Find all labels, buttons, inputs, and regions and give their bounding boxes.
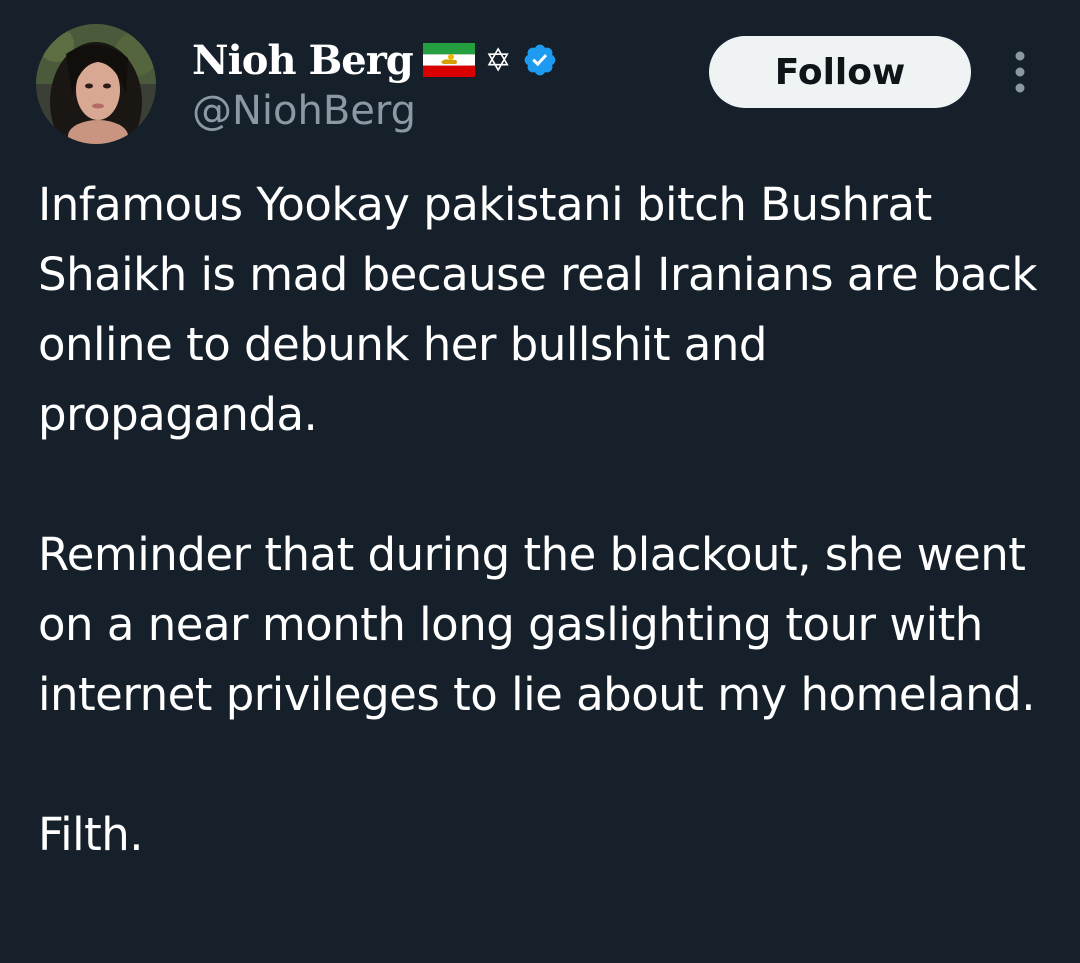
star-of-david-icon: ✡	[484, 41, 512, 79]
follow-button[interactable]: Follow	[709, 36, 971, 108]
verified-badge-icon[interactable]	[522, 42, 558, 78]
author-name-row: Nioh Berg ✡	[192, 34, 558, 86]
more-vertical-icon[interactable]	[1008, 50, 1032, 94]
tweet-paragraph: Filth.	[38, 808, 144, 861]
avatar[interactable]	[36, 24, 156, 144]
tweet-text: Infamous Yookay pakistani bitch Bushrat …	[38, 170, 1058, 870]
tweet-card: Nioh Berg ✡ @NiohBerg Follow Infamous Yo…	[0, 0, 1080, 963]
author-display-name[interactable]: Nioh Berg	[192, 37, 414, 84]
tweet-paragraph: Reminder that during the blackout, she w…	[38, 528, 1036, 721]
tweet-paragraph: Infamous Yookay pakistani bitch Bushrat …	[38, 178, 1037, 441]
avatar-image	[36, 24, 156, 144]
iran-lion-and-sun-flag-icon	[422, 43, 475, 77]
author-handle[interactable]: @NiohBerg	[192, 88, 416, 134]
